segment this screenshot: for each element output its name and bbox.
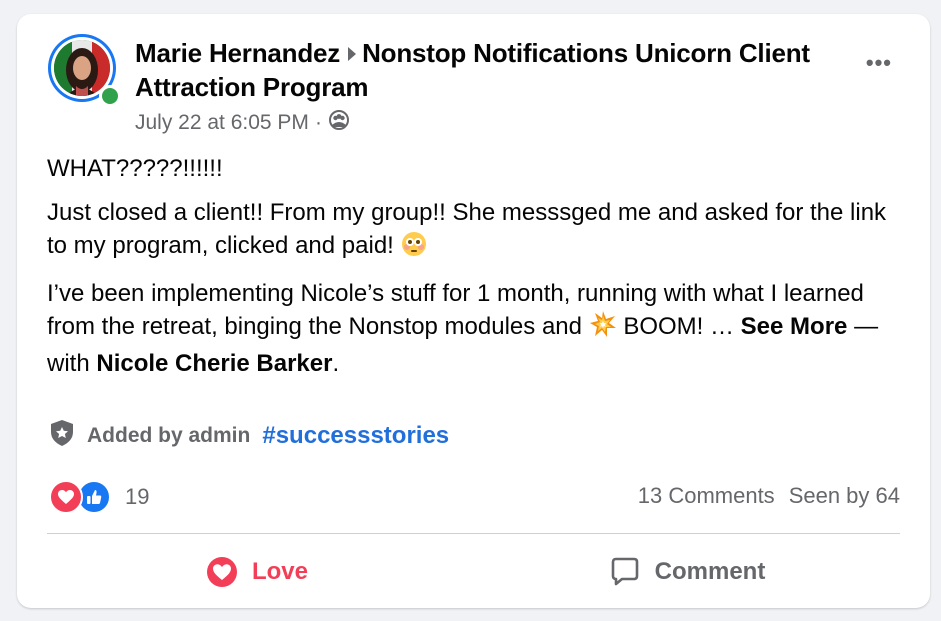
shield-icon — [49, 419, 75, 453]
see-more-link[interactable]: See More — [741, 313, 848, 340]
comments-count-link[interactable]: 13 Comments — [638, 483, 775, 509]
group-audience-icon[interactable] — [328, 110, 350, 136]
post-timestamp[interactable]: July 22 at 6:05 PM — [135, 111, 309, 135]
tagged-user-link[interactable]: Nicole Cherie Barker — [96, 350, 332, 377]
flushed-face-emoji — [401, 231, 427, 266]
love-button[interactable]: Love — [47, 549, 467, 595]
reactions-summary[interactable]: 19 — [49, 480, 149, 514]
divider — [47, 533, 900, 534]
more-options-icon[interactable]: ••• — [866, 52, 892, 74]
post-paragraph-3: I’ve been implementing Nicole’s stuff fo… — [47, 280, 879, 377]
comment-icon — [611, 557, 638, 586]
online-status-indicator — [99, 85, 121, 107]
avatar[interactable] — [48, 34, 121, 107]
love-button-label: Love — [251, 558, 308, 585]
reaction-count: 19 — [125, 484, 150, 509]
post-line-1: WHAT?????!!!!!! — [47, 155, 223, 182]
admin-badge-row: Added by admin #successstories — [49, 419, 449, 453]
collision-emoji — [589, 310, 617, 347]
author-name[interactable]: Marie Hernandez — [135, 38, 340, 68]
added-by-admin-label: Added by admin — [87, 424, 251, 447]
seen-by-link[interactable]: Seen by 64 — [789, 483, 900, 509]
comment-button[interactable]: Comment — [477, 549, 897, 595]
post-paragraph-2: Just closed a client!! From my group!! S… — [47, 196, 907, 266]
caret-right-icon — [348, 47, 357, 61]
meta-separator: · — [314, 111, 322, 134]
love-reaction-icon — [49, 480, 83, 514]
post-card: Marie Hernandez Nonstop Notifications Uni… — [17, 14, 930, 608]
post-header: Marie Hernandez Nonstop Notifications Uni… — [135, 36, 835, 104]
love-icon — [206, 557, 237, 587]
post-stats: 13 Comments Seen by 64 — [638, 483, 900, 509]
post-body: WHAT?????!!!!!! Just closed a client!! F… — [47, 152, 907, 391]
hashtag-link[interactable]: #successstories — [262, 422, 449, 450]
comment-button-label: Comment — [654, 558, 766, 585]
post-meta: July 22 at 6:05 PM · — [135, 110, 350, 136]
